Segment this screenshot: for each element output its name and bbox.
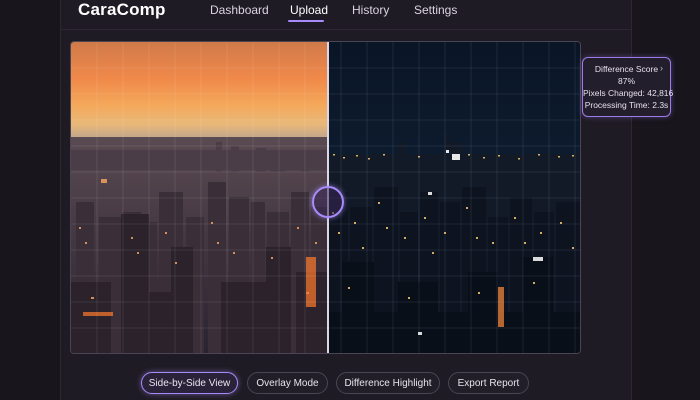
city-sunset-image: [71, 42, 328, 353]
nav-upload[interactable]: Upload: [290, 3, 328, 17]
score-value: 87%: [617, 76, 635, 86]
overlay-mode-button[interactable]: Overlay Mode: [247, 372, 328, 394]
nav-history[interactable]: History: [352, 3, 389, 17]
header-divider: [60, 29, 632, 30]
export-report-button[interactable]: Export Report: [448, 372, 529, 394]
processing-time: Processing Time: 2.3s: [584, 100, 669, 110]
difference-score-card[interactable]: › Difference Score 87% Pixels Changed: 4…: [582, 57, 674, 117]
pixels-changed: Pixels Changed: 42,816: [583, 88, 674, 98]
before-image-pane: [71, 42, 328, 353]
chevron-right-icon[interactable]: ›: [660, 62, 663, 74]
difference-highlight-button[interactable]: Difference Highlight: [336, 372, 440, 394]
brand-logo[interactable]: CaraComp: [78, 0, 166, 20]
slider-handle-icon[interactable]: [312, 186, 344, 218]
after-image-pane: [328, 42, 580, 353]
nav-dashboard[interactable]: Dashboard: [210, 3, 269, 17]
side-by-side-button[interactable]: Side-by-Side View: [141, 372, 238, 394]
city-night-image: [328, 42, 580, 353]
nav-active-indicator: [288, 20, 324, 22]
top-nav: CaraComp Dashboard Upload History Settin…: [0, 0, 700, 26]
nav-settings[interactable]: Settings: [414, 3, 457, 17]
score-title: Difference Score: [594, 64, 659, 74]
comparison-viewer[interactable]: [70, 41, 581, 354]
